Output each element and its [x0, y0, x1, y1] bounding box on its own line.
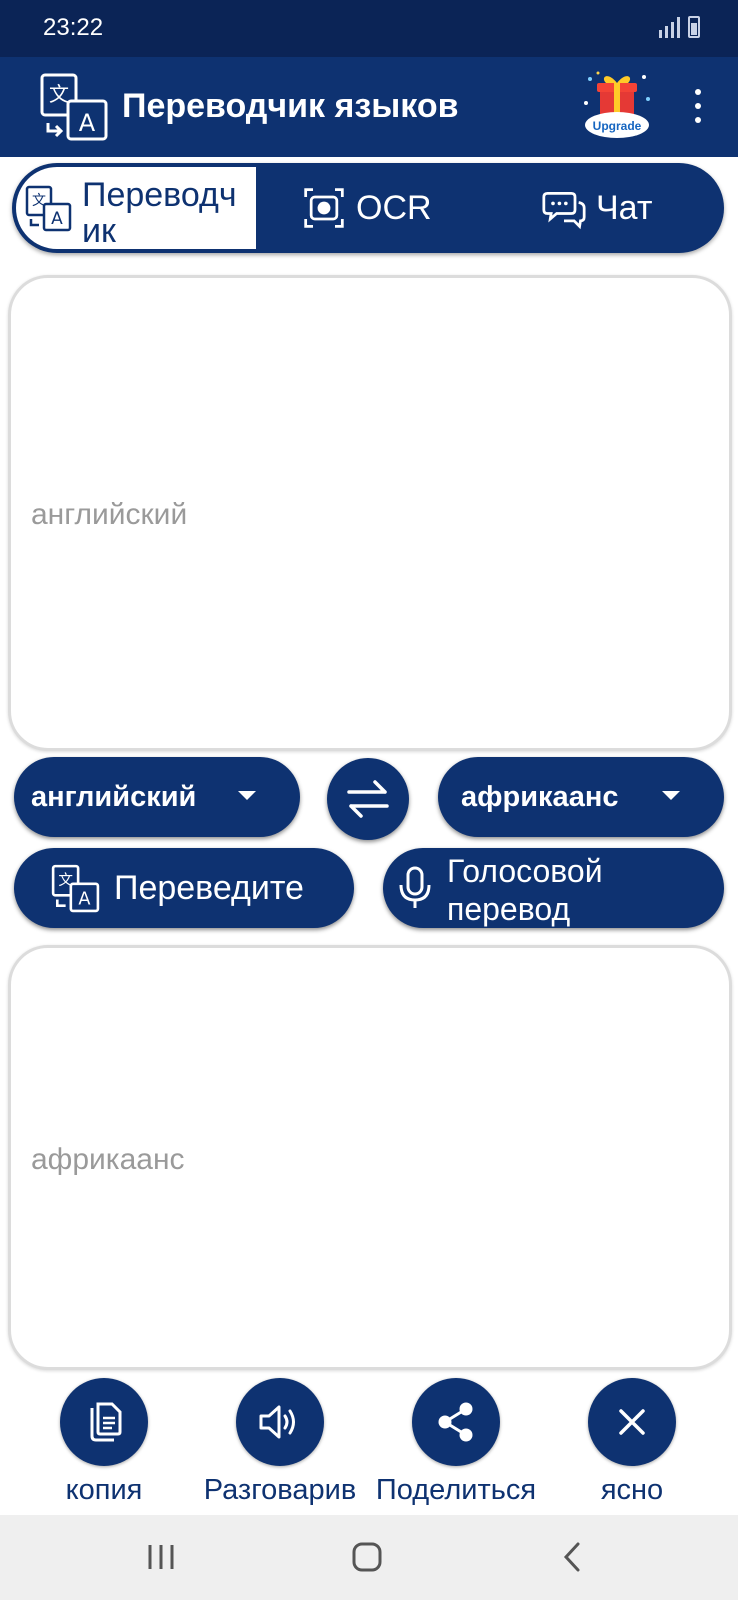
status-icons — [659, 16, 700, 38]
svg-text:A: A — [51, 209, 63, 229]
source-placeholder: английский — [31, 498, 188, 531]
chevron-down-icon — [662, 791, 680, 800]
clear-circle[interactable] — [588, 1378, 676, 1466]
translate-icon: 文 A — [25, 185, 72, 232]
svg-text:文: 文 — [49, 82, 69, 106]
svg-text:A: A — [79, 109, 96, 137]
tab-translator[interactable]: 文 A Переводчик — [16, 167, 256, 249]
share-icon — [438, 1402, 473, 1442]
share-button[interactable]: Поделиться — [376, 1378, 536, 1506]
status-bar: 23:22 — [0, 0, 738, 57]
translate-button[interactable]: 文 A Переведите — [14, 848, 354, 928]
chat-icon — [542, 191, 586, 230]
source-language-label: английский — [31, 780, 197, 813]
more-vert-icon[interactable] — [688, 89, 708, 123]
speak-circle[interactable] — [236, 1378, 324, 1466]
home-icon[interactable] — [350, 1541, 384, 1573]
camera-scan-icon — [304, 188, 344, 228]
tab-bar: 文 A Переводчик OCR Чат — [12, 163, 724, 253]
tab-chat-label: Чат — [596, 188, 653, 227]
share-circle[interactable] — [412, 1378, 500, 1466]
target-placeholder: африкаанс — [31, 1143, 185, 1176]
translate-icon: 文 A — [51, 864, 100, 913]
speak-label: Разговарив — [203, 1474, 357, 1506]
clear-button[interactable]: ясно — [572, 1378, 692, 1506]
recents-icon[interactable] — [146, 1541, 176, 1573]
voice-translate-button[interactable]: Голосовой перевод — [383, 848, 724, 928]
copy-circle[interactable] — [60, 1378, 148, 1466]
svg-text:A: A — [78, 890, 90, 910]
target-language-label: африкаанс — [461, 780, 619, 813]
copy-label: копия — [65, 1474, 143, 1506]
voice-translate-label: Голосовой перевод — [447, 853, 603, 927]
speak-button[interactable]: Разговарив — [204, 1378, 356, 1506]
app-bar: 文 A Переводчик языков Upgrade — [0, 57, 738, 157]
copy-icon — [90, 1402, 122, 1442]
target-text-output[interactable]: африкаанс — [8, 945, 732, 1370]
speaker-icon — [259, 1405, 295, 1439]
copy-button[interactable]: копия — [44, 1378, 164, 1506]
source-language-select[interactable]: английский — [14, 757, 300, 837]
signal-icon — [659, 16, 680, 38]
back-icon[interactable] — [560, 1541, 586, 1573]
app-title: Переводчик языков — [122, 87, 459, 125]
status-time: 23:22 — [43, 14, 104, 41]
target-language-select[interactable]: африкаанс — [438, 757, 724, 837]
clear-label: ясно — [600, 1474, 664, 1506]
swap-icon — [347, 780, 389, 818]
tab-translator-label: Переводчик — [82, 176, 237, 249]
tab-chat[interactable]: Чат — [542, 167, 652, 249]
upgrade-label: Upgrade — [593, 119, 642, 133]
swap-languages-button[interactable] — [327, 758, 409, 840]
upgrade-gift-icon[interactable]: Upgrade — [582, 69, 652, 143]
close-icon — [619, 1409, 645, 1435]
tab-ocr-label: OCR — [356, 188, 432, 227]
source-text-input[interactable]: английский — [8, 275, 732, 751]
tab-ocr[interactable]: OCR — [302, 167, 432, 249]
battery-icon — [688, 16, 700, 38]
translate-logo-icon: 文 A — [40, 73, 108, 141]
chevron-down-icon — [238, 791, 256, 800]
system-nav-bar — [0, 1515, 738, 1600]
translate-button-label: Переведите — [114, 868, 304, 907]
share-label: Поделиться — [375, 1474, 537, 1506]
microphone-icon — [399, 866, 431, 908]
